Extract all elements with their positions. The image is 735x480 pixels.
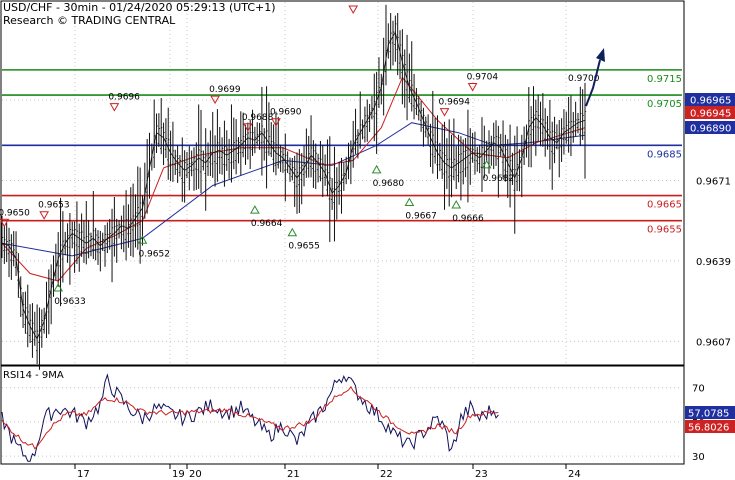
x-tick-label: 20 bbox=[189, 469, 202, 480]
swing-low-label: 0.9664 bbox=[251, 219, 283, 229]
swing-low-label: 0.9655 bbox=[288, 242, 320, 252]
swing-low-label: 0.9680 bbox=[373, 179, 405, 189]
swing-low-label: 0.9633 bbox=[54, 297, 86, 307]
y-tick-label: 0.9639 bbox=[696, 257, 731, 268]
swing-low-label: 0.9667 bbox=[405, 212, 437, 222]
level-label: 0.9655 bbox=[647, 225, 682, 236]
chart-title: USD/CHF - 30min - 01/24/2020 05:29:13 (U… bbox=[3, 1, 276, 14]
rsi-value-tag-label: 57.0785 bbox=[688, 409, 729, 420]
level-label: 0.9705 bbox=[647, 99, 682, 110]
last-price-tags: 0.96965 0.96945 0.96890 bbox=[685, 93, 735, 135]
swing-high-label: 0.9704 bbox=[467, 73, 499, 83]
rsi-title: RSI14 - 9MA bbox=[3, 370, 64, 381]
level-label: 0.9685 bbox=[647, 149, 682, 160]
swing-high-label: 0.9699 bbox=[209, 85, 241, 95]
last-price-tag-label: 0.96890 bbox=[690, 124, 731, 135]
y-tick-label: 0.9607 bbox=[696, 337, 731, 348]
chart-source: Research © TRADING CENTRAL bbox=[3, 14, 176, 27]
swing-high-label: 0.9694 bbox=[439, 98, 471, 108]
last-price-tag-label: 0.96945 bbox=[690, 109, 731, 120]
swing-high-label: 0.9690 bbox=[270, 108, 302, 118]
level-label: 0.9715 bbox=[647, 74, 682, 85]
y-tick-label: 0.9671 bbox=[696, 176, 731, 187]
x-tick-label: 21 bbox=[287, 469, 300, 480]
rsi-value-tag-label: 56.8026 bbox=[688, 423, 729, 434]
x-tick-label: 24 bbox=[568, 469, 581, 480]
swing-high-label: 0.9696 bbox=[108, 93, 140, 103]
swing-high-label: 0.9650 bbox=[0, 208, 30, 218]
x-tick-label: 23 bbox=[475, 469, 488, 480]
swing-low-label: 0.9652 bbox=[138, 249, 170, 259]
rsi-tick-label: 30 bbox=[692, 452, 705, 463]
swing-high-label: 0.9653 bbox=[38, 201, 70, 211]
last-price-tag-label: 0.96965 bbox=[690, 96, 731, 107]
swing-high-label: 0.9688 bbox=[242, 113, 274, 123]
x-tick-label: 17 bbox=[77, 469, 90, 480]
x-tick-label: 19 bbox=[172, 469, 185, 480]
chart-background bbox=[0, 0, 735, 480]
level-label: 0.9665 bbox=[647, 200, 682, 211]
x-tick-label: 22 bbox=[380, 469, 393, 480]
rsi-tick-label: 70 bbox=[692, 384, 705, 395]
swing-low-label: 0.9666 bbox=[452, 214, 484, 224]
swing-low-label: 0.9682 bbox=[483, 174, 515, 184]
usdchf-chart: 0.9715 0.9705 0.9685 0.9665 0.9655 0.9650 0.9… bbox=[0, 0, 735, 480]
